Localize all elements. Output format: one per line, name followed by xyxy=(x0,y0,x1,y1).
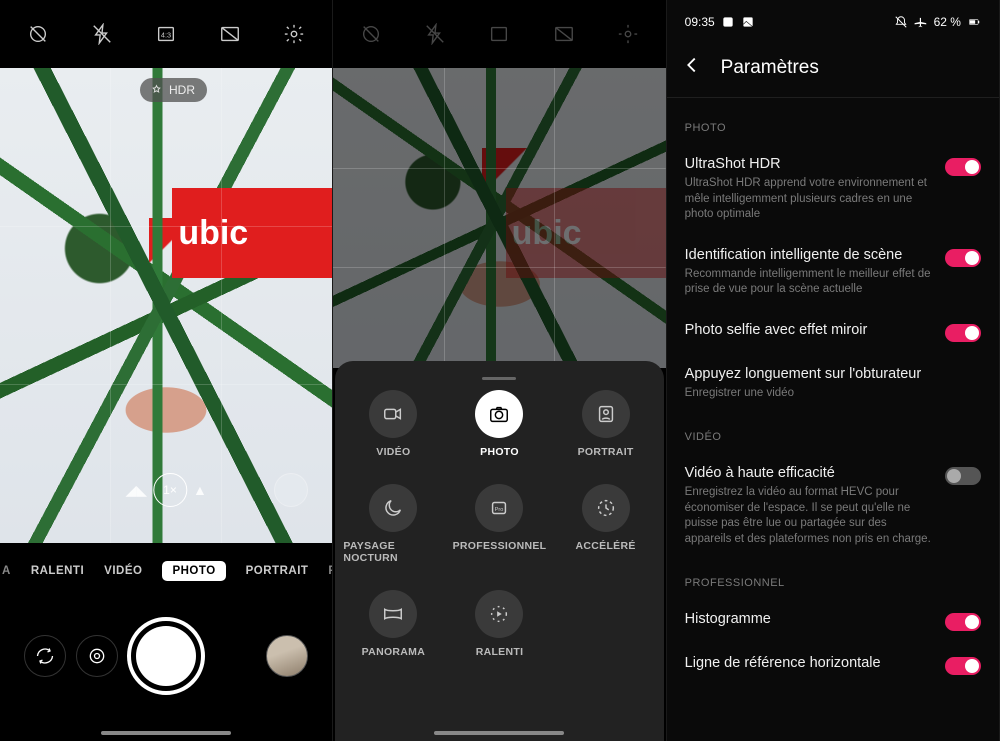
camera-top-toolbar-dim xyxy=(333,0,665,68)
toggle-ultrashot[interactable] xyxy=(945,158,981,176)
camera-modes-panel: ubic VIDÉO PHOTO PORTRAIT PAYSAGE NOCTUR… xyxy=(333,0,666,741)
toggle-horizon[interactable] xyxy=(945,657,981,675)
status-time: 09:35 xyxy=(685,15,715,29)
hdr-badge[interactable]: HDR xyxy=(140,78,207,102)
panorama-icon xyxy=(369,590,417,638)
svg-text:Pro: Pro xyxy=(495,507,504,513)
lens-button[interactable] xyxy=(76,635,118,677)
zoom-control[interactable]: ◢◣ 1× ▲ xyxy=(125,473,206,507)
battery-percent: 62 % xyxy=(934,15,961,29)
battery-icon xyxy=(967,15,981,29)
toggle-histogram[interactable] xyxy=(945,613,981,631)
settings-icon[interactable] xyxy=(280,20,308,48)
aspect-ratio-icon xyxy=(485,20,513,48)
svg-text:4:3: 4:3 xyxy=(161,31,171,40)
timelapse-icon xyxy=(582,484,630,532)
mute-icon xyxy=(894,15,908,29)
toggle-selfie-mirror[interactable] xyxy=(945,324,981,342)
divider xyxy=(667,97,999,98)
scene-logo: ubic xyxy=(172,188,332,278)
mode-left-edge[interactable]: A xyxy=(2,565,11,577)
zoom-value[interactable]: 1× xyxy=(153,473,187,507)
mode-tile-timelapse[interactable]: ACCÉLÉRÉ xyxy=(556,484,656,564)
setting-selfie-mirror[interactable]: Photo selfie avec effet miroir xyxy=(667,310,999,354)
macro-off-icon[interactable] xyxy=(24,20,52,48)
mirror-icon[interactable] xyxy=(216,20,244,48)
video-icon xyxy=(369,390,417,438)
mode-tile-portrait[interactable]: PORTRAIT xyxy=(556,390,656,458)
mode-paysage[interactable]: PAYSAGE N xyxy=(328,565,332,577)
mirror-icon xyxy=(550,20,578,48)
setting-hevc[interactable]: Vidéo à haute efficacité Enregistrez la … xyxy=(667,453,999,559)
camera-viewfinder-panel: 4:3 ubic HDR ◢◣ 1× ▲ A RALENTI VIDÉO PHO… xyxy=(0,0,333,741)
scene-logo-dim: ubic xyxy=(506,188,666,278)
shutter-row xyxy=(0,617,332,695)
slowmo-icon xyxy=(475,590,523,638)
setting-scene[interactable]: Identification intelligente de scène Rec… xyxy=(667,235,999,310)
section-photo: PHOTO xyxy=(667,104,999,144)
gallery-thumbnail[interactable] xyxy=(266,635,308,677)
mode-video[interactable]: VIDÉO xyxy=(104,565,142,577)
hdr-label: HDR xyxy=(169,83,195,97)
mode-tile-slowmo[interactable]: RALENTI xyxy=(449,590,549,658)
nav-gesture-bar[interactable] xyxy=(434,731,564,735)
aspect-ratio-icon[interactable]: 4:3 xyxy=(152,20,180,48)
shutter-button[interactable] xyxy=(127,617,205,695)
settings-icon xyxy=(614,20,642,48)
camera-top-toolbar: 4:3 xyxy=(0,0,332,68)
pro-icon: Pro xyxy=(475,484,523,532)
viewfinder[interactable]: ubic xyxy=(0,68,332,543)
mode-tile-night[interactable]: PAYSAGE NOCTURN xyxy=(343,484,443,564)
flash-off-icon xyxy=(421,20,449,48)
switch-camera-button[interactable] xyxy=(24,635,66,677)
sheet-drag-handle[interactable] xyxy=(482,377,516,380)
setting-histogram[interactable]: Histogramme xyxy=(667,599,999,643)
app-icon xyxy=(721,15,735,29)
zoom-wide-icon[interactable]: ◢◣ xyxy=(125,482,147,499)
mode-grid: VIDÉO PHOTO PORTRAIT PAYSAGE NOCTURN Pro… xyxy=(343,390,655,658)
section-pro: PROFESSIONNEL xyxy=(667,559,999,599)
viewfinder-dimmed: ubic xyxy=(333,68,665,368)
nav-gesture-bar[interactable] xyxy=(101,731,231,735)
toggle-hevc[interactable] xyxy=(945,467,981,485)
setting-horizon[interactable]: Ligne de référence horizontale xyxy=(667,643,999,687)
flash-off-icon[interactable] xyxy=(88,20,116,48)
mode-strip[interactable]: A RALENTI VIDÉO PHOTO PORTRAIT PAYSAGE N xyxy=(0,551,332,591)
status-bar: 09:35 62 % xyxy=(667,8,999,36)
settings-title: Paramètres xyxy=(721,57,819,79)
mode-sheet: VIDÉO PHOTO PORTRAIT PAYSAGE NOCTURN Pro… xyxy=(335,361,663,741)
camera-icon xyxy=(475,390,523,438)
mode-tile-video[interactable]: VIDÉO xyxy=(343,390,443,458)
mode-photo[interactable]: PHOTO xyxy=(162,561,225,581)
settings-header: Paramètres xyxy=(667,36,999,97)
section-video: VIDÉO xyxy=(667,413,999,453)
back-icon[interactable] xyxy=(681,54,703,81)
mode-tile-panorama[interactable]: PANORAMA xyxy=(343,590,443,658)
macro-off-icon xyxy=(357,20,385,48)
mode-ralenti[interactable]: RALENTI xyxy=(31,565,84,577)
mode-portrait[interactable]: PORTRAIT xyxy=(246,565,309,577)
airplane-icon xyxy=(914,15,928,29)
zoom-tele-icon[interactable]: ▲ xyxy=(193,482,207,498)
moon-icon xyxy=(369,484,417,532)
mode-tile-pro[interactable]: Pro PROFESSIONNEL xyxy=(449,484,549,564)
settings-panel: 09:35 62 % Paramètres PHOTO UltraShot HD… xyxy=(667,0,1000,741)
mode-tile-photo[interactable]: PHOTO xyxy=(449,390,549,458)
gallery-status-icon xyxy=(741,15,755,29)
setting-ultrashot[interactable]: UltraShot HDR UltraShot HDR apprend votr… xyxy=(667,144,999,235)
setting-longpress[interactable]: Appuyez longuement sur l'obturateur Enre… xyxy=(667,354,999,414)
toggle-scene[interactable] xyxy=(945,249,981,267)
portrait-icon xyxy=(582,390,630,438)
